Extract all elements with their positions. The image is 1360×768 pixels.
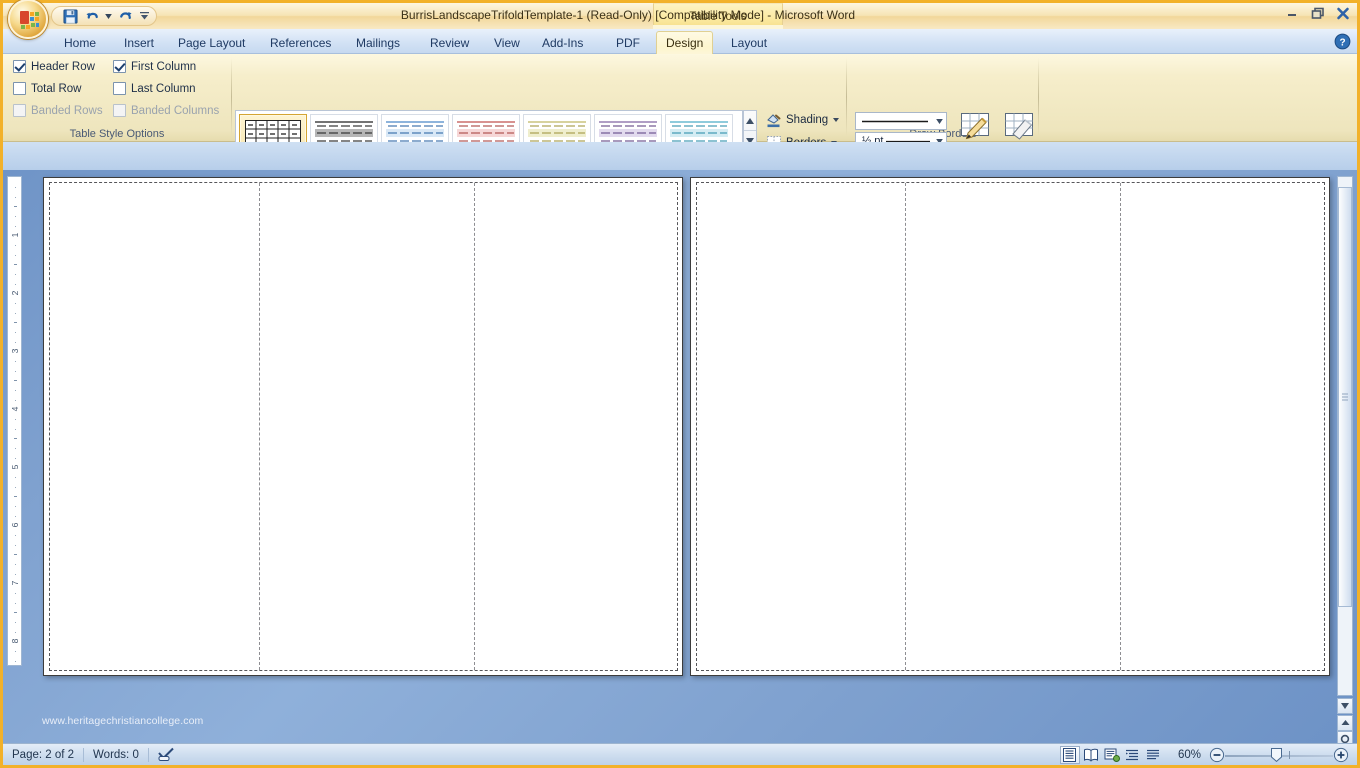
full-screen-reading-view-button[interactable] xyxy=(1081,746,1101,764)
tab-page-layout[interactable]: Page Layout xyxy=(169,31,254,54)
zoom-level-label[interactable]: 60% xyxy=(1170,745,1209,765)
checkbox-first-column[interactable]: First Column xyxy=(113,60,196,73)
zoom-slider-midpoint xyxy=(1289,750,1290,759)
vruler-number: 4 xyxy=(9,406,20,412)
ribbon-tab-strip: Home Insert Page Layout References Maili… xyxy=(3,29,1357,54)
checkbox-last-column[interactable]: Last Column xyxy=(113,82,196,95)
watermark-text: www.heritagechristiancollege.com xyxy=(42,715,204,727)
zoom-slider[interactable] xyxy=(1225,746,1333,764)
title-bar: Table Tools BurrisLandscapeTrifoldTempla… xyxy=(3,0,1357,39)
office-logo-icon xyxy=(19,10,41,32)
close-button[interactable] xyxy=(1332,5,1353,21)
tab-insert[interactable]: Insert xyxy=(115,31,163,54)
group-table-style-options: Header Row First Column Total Row Last C… xyxy=(3,54,231,142)
gallery-scroll-up-button[interactable] xyxy=(744,111,756,132)
tab-home[interactable]: Home xyxy=(55,31,105,54)
page-left[interactable] xyxy=(43,177,683,676)
office-orb[interactable] xyxy=(8,0,48,39)
vruler-number: 6 xyxy=(9,522,20,528)
line-style-preview-icon xyxy=(856,120,933,123)
tab-mailings[interactable]: Mailings xyxy=(347,31,409,54)
svg-text:?: ? xyxy=(1339,37,1345,48)
shading-button[interactable]: Shading xyxy=(763,110,842,130)
checkbox-label: First Column xyxy=(131,60,197,73)
last-column-checkbox-icon xyxy=(113,82,126,95)
tab-design[interactable]: Design xyxy=(656,31,714,54)
web-layout-view-button[interactable] xyxy=(1102,746,1122,764)
vruler-number: 8 xyxy=(9,638,20,644)
previous-page-button[interactable] xyxy=(1337,715,1353,731)
tab-view[interactable]: View xyxy=(485,31,529,54)
vertical-scrollbar[interactable] xyxy=(1337,176,1353,696)
checkbox-label: Banded Columns xyxy=(131,104,220,117)
page-right[interactable] xyxy=(690,177,1330,676)
checkbox-label: Banded Rows xyxy=(31,104,103,117)
print-layout-view-button[interactable] xyxy=(1059,745,1080,764)
group-separator xyxy=(846,58,847,136)
panel-divider xyxy=(905,183,906,670)
total-row-checkbox-icon xyxy=(13,82,26,95)
checkbox-banded-rows: Banded Rows xyxy=(13,104,103,117)
shading-icon xyxy=(766,112,782,128)
first-column-checkbox-icon xyxy=(113,60,126,73)
scrollbar-thumb[interactable] xyxy=(1338,187,1352,607)
chevron-down-icon[interactable] xyxy=(833,118,840,122)
eraser-icon xyxy=(993,112,1045,142)
checkbox-banded-columns: Banded Columns xyxy=(113,104,219,117)
checkbox-label: Header Row xyxy=(31,60,95,73)
header-row-checkbox-icon xyxy=(13,60,26,73)
vruler-number: 2 xyxy=(9,290,20,296)
checkbox-total-row[interactable]: Total Row xyxy=(13,82,82,95)
line-style-chevron-down-icon[interactable] xyxy=(933,118,946,124)
page-indicator[interactable]: Page: 2 of 2 xyxy=(3,745,83,765)
zoom-in-button[interactable] xyxy=(1333,747,1349,763)
panel-divider xyxy=(474,183,475,670)
checkbox-header-row[interactable]: Header Row xyxy=(13,60,95,73)
tab-add-ins[interactable]: Add-Ins xyxy=(533,31,592,54)
tab-review[interactable]: Review xyxy=(421,31,478,54)
checkbox-label: Last Column xyxy=(131,82,196,95)
scroll-down-button[interactable] xyxy=(1337,698,1353,714)
minimize-button[interactable] xyxy=(1282,5,1303,21)
document-canvas[interactable]: 1 2 3 4 5 6 7 8 www.heritagechristiancol… xyxy=(3,170,1357,746)
shading-label: Shading xyxy=(786,114,829,126)
panel-divider xyxy=(1120,183,1121,670)
panel-divider xyxy=(259,183,260,670)
word-count-indicator[interactable]: Words: 0 xyxy=(84,745,148,765)
restore-button[interactable] xyxy=(1307,5,1328,21)
vruler-number: 3 xyxy=(9,348,20,354)
vertical-ruler[interactable]: 1 2 3 4 5 6 7 8 xyxy=(7,176,22,666)
outline-view-button[interactable] xyxy=(1123,746,1143,764)
view-buttons xyxy=(1059,745,1170,764)
document-title: BurrisLandscapeTrifoldTemplate-1 (Read-O… xyxy=(400,8,856,22)
scrollbar-grip-icon xyxy=(1342,393,1348,401)
ruler-band: L 1 2 3 4 5 6 7 8 9 10 xyxy=(3,142,1357,308)
help-icon[interactable]: ? xyxy=(1334,33,1351,50)
tab-layout[interactable]: Layout xyxy=(722,31,776,54)
ribbon: Header Row First Column Total Row Last C… xyxy=(3,54,1357,189)
checkbox-label: Total Row xyxy=(31,82,82,95)
banded-columns-checkbox-icon xyxy=(113,104,126,117)
banded-rows-checkbox-icon xyxy=(13,104,26,117)
group-title-table-style-options: Table Style Options xyxy=(69,128,165,140)
draft-view-button[interactable] xyxy=(1144,746,1164,764)
word-application-window: Table Tools BurrisLandscapeTrifoldTempla… xyxy=(0,0,1360,768)
vruler-number: 1 xyxy=(9,232,20,238)
tab-references[interactable]: References xyxy=(261,31,340,54)
vruler-number: 7 xyxy=(9,580,20,586)
spelling-and-grammar-check-icon[interactable] xyxy=(149,745,184,765)
vruler-number: 5 xyxy=(9,464,20,470)
zoom-out-button[interactable] xyxy=(1209,747,1225,763)
zoom-slider-handle[interactable] xyxy=(1271,747,1282,762)
trifold-table-right[interactable] xyxy=(696,182,1325,671)
status-bar: Page: 2 of 2 Words: 0 60% xyxy=(3,743,1357,765)
tab-pdf[interactable]: PDF xyxy=(607,31,649,54)
trifold-table-left[interactable] xyxy=(49,182,678,671)
window-controls xyxy=(1282,5,1353,21)
line-style-dropdown[interactable] xyxy=(855,112,947,130)
